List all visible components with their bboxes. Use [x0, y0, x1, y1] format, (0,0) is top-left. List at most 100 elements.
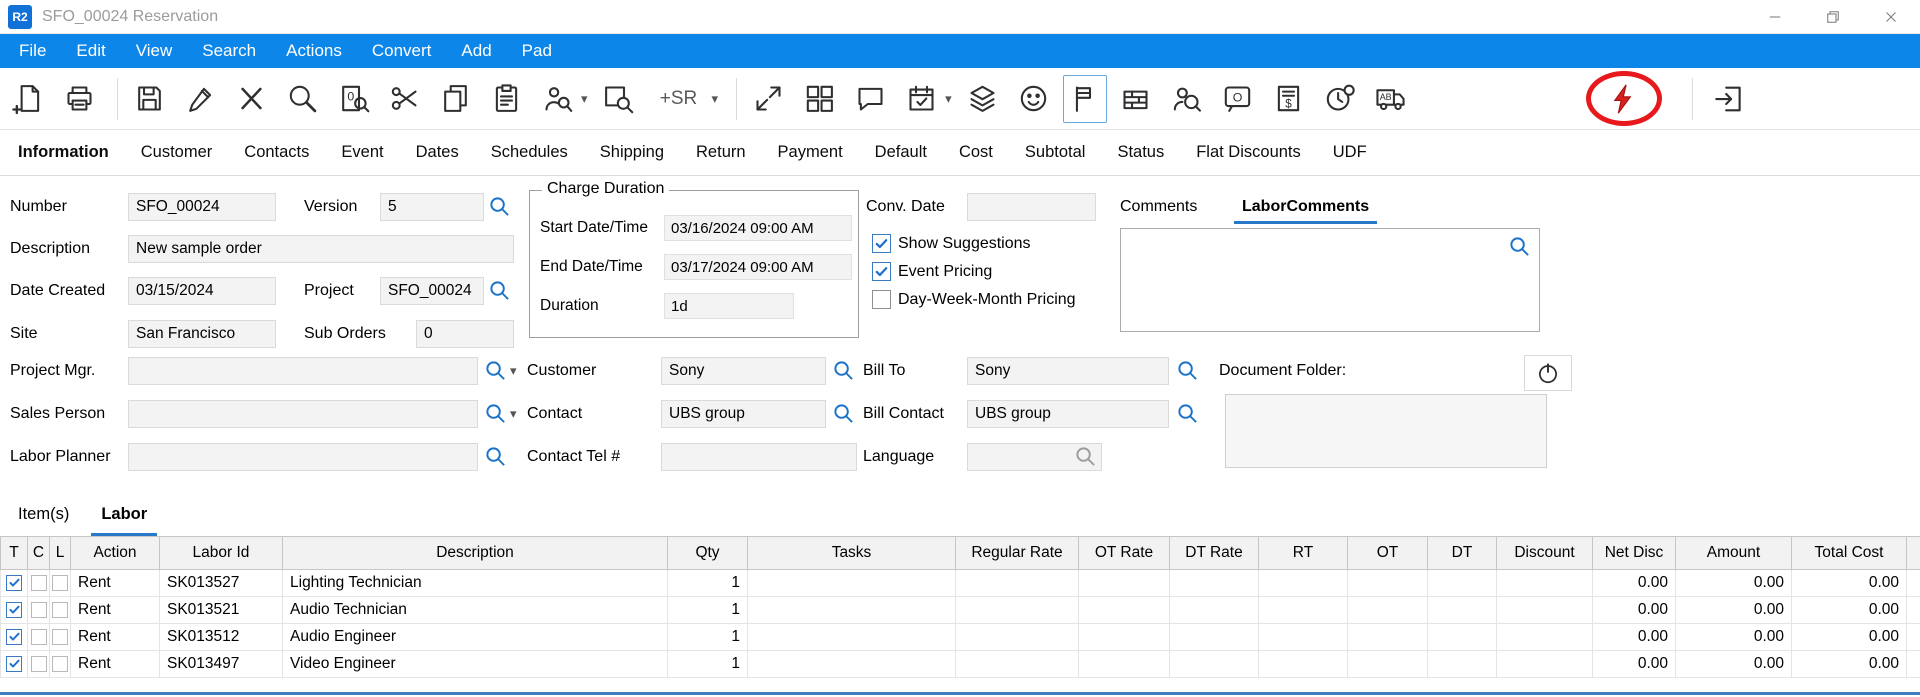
maximize-button[interactable] [1804, 0, 1862, 34]
project-search-button[interactable] [488, 279, 511, 302]
new-document-button[interactable] [6, 75, 50, 123]
invoice-button[interactable]: $ [1267, 75, 1311, 123]
project-mgr-input[interactable] [128, 357, 478, 385]
column-header-regular-rate[interactable]: Regular Rate [956, 537, 1079, 570]
row-checkbox-t[interactable] [6, 602, 22, 618]
project-mgr-search-button[interactable] [484, 359, 507, 382]
column-header-dt[interactable]: DT [1428, 537, 1497, 570]
number-input[interactable] [128, 193, 276, 221]
menu-item-add[interactable]: Add [446, 34, 506, 68]
project-mgr-dropdown-icon[interactable]: ▾ [510, 363, 517, 379]
copy-button[interactable] [433, 75, 477, 123]
tab-comments[interactable]: Comments [1108, 192, 1209, 222]
table-row[interactable]: RentSK013512Audio Engineer10.000.000.00 [1, 624, 1920, 651]
column-header-l[interactable]: L [50, 537, 71, 570]
document-folder-box[interactable] [1225, 394, 1547, 468]
comments-search-button[interactable] [1508, 235, 1531, 258]
tab-flat-discounts[interactable]: Flat Discounts [1180, 130, 1317, 175]
table-row[interactable]: RentSK013521Audio Technician10.000.000.0… [1, 597, 1920, 624]
row-checkbox-l[interactable] [52, 656, 68, 672]
add-subrental-dropdown-icon[interactable]: ▾ [712, 91, 719, 107]
tab-contacts[interactable]: Contacts [228, 130, 325, 175]
duration-input[interactable] [664, 293, 794, 319]
cell-c[interactable] [28, 597, 50, 624]
menu-item-view[interactable]: View [121, 34, 188, 68]
checkbox-checked-icon[interactable] [872, 234, 891, 253]
save-button[interactable] [127, 75, 171, 123]
add-subrental-button[interactable]: +SR [648, 75, 710, 123]
column-header-c[interactable]: C [28, 537, 50, 570]
find-person-button[interactable] [1165, 75, 1209, 123]
schedule-dropdown-icon[interactable]: ▾ [945, 91, 952, 107]
checkbox-checked-icon[interactable] [872, 262, 891, 281]
checkbox-unchecked-icon[interactable] [872, 290, 891, 309]
menu-item-convert[interactable]: Convert [357, 34, 447, 68]
comments-button[interactable] [848, 75, 892, 123]
smiley-button[interactable] [1012, 75, 1056, 123]
cell-c[interactable] [28, 624, 50, 651]
date-created-input[interactable] [128, 277, 276, 305]
close-button[interactable] [1862, 0, 1920, 34]
sub-orders-input[interactable] [416, 320, 514, 348]
option-day-week-month-pricing[interactable]: Day-Week-Month Pricing [872, 290, 1076, 309]
option-show-suggestions[interactable]: Show Suggestions [872, 234, 1076, 253]
menu-item-pad[interactable]: Pad [507, 34, 567, 68]
row-checkbox-t[interactable] [6, 629, 22, 645]
bill-contact-input[interactable] [967, 400, 1169, 428]
tab-labor-comments[interactable]: LaborComments [1230, 192, 1381, 222]
cell-l[interactable] [50, 651, 71, 678]
paste-button[interactable] [484, 75, 528, 123]
row-checkbox-c[interactable] [31, 575, 47, 591]
column-header-description[interactable]: Description [283, 537, 668, 570]
tab-subtotal[interactable]: Subtotal [1009, 130, 1102, 175]
row-checkbox-c[interactable] [31, 656, 47, 672]
cell-l[interactable] [50, 597, 71, 624]
language-search-button[interactable] [1074, 445, 1097, 468]
sales-person-search-button[interactable] [484, 402, 507, 425]
column-header-labor-id[interactable]: Labor Id [160, 537, 283, 570]
tab-payment[interactable]: Payment [762, 130, 859, 175]
exit-button[interactable] [1707, 75, 1751, 123]
tab-default[interactable]: Default [859, 130, 943, 175]
search-person-dropdown-icon[interactable]: ▾ [581, 91, 588, 107]
column-header-rt[interactable]: RT [1259, 537, 1348, 570]
layers-button[interactable] [961, 75, 1005, 123]
row-checkbox-t[interactable] [6, 656, 22, 672]
edit-button[interactable] [178, 75, 222, 123]
contact-tel-input[interactable] [661, 443, 857, 471]
menu-item-file[interactable]: File [4, 34, 61, 68]
tab-return[interactable]: Return [680, 130, 762, 175]
project-input[interactable] [380, 277, 484, 305]
table-row[interactable]: RentSK013497Video Engineer10.000.000.00 [1, 651, 1920, 678]
tab-cost[interactable]: Cost [943, 130, 1009, 175]
tab-shipping[interactable]: Shipping [584, 130, 680, 175]
tab-items[interactable]: Item(s) [2, 492, 85, 536]
tab-event[interactable]: Event [325, 130, 399, 175]
cell-t[interactable] [1, 651, 28, 678]
minimize-button[interactable] [1746, 0, 1804, 34]
row-checkbox-c[interactable] [31, 602, 47, 618]
bill-to-input[interactable] [967, 357, 1169, 385]
column-header-ot-rate[interactable]: OT Rate [1079, 537, 1170, 570]
cell-t[interactable] [1, 624, 28, 651]
column-header-amount[interactable]: Amount [1676, 537, 1792, 570]
cell-c[interactable] [28, 570, 50, 597]
row-checkbox-l[interactable] [52, 602, 68, 618]
labor-planner-input[interactable] [128, 443, 478, 471]
cell-t[interactable] [1, 570, 28, 597]
column-header-ot[interactable]: OT [1348, 537, 1428, 570]
expand-button[interactable] [746, 75, 790, 123]
end-datetime-input[interactable] [664, 254, 852, 280]
tab-information[interactable]: Information [2, 130, 125, 175]
transport-button[interactable]: AB [1369, 75, 1413, 123]
tab-udf[interactable]: UDF [1317, 130, 1383, 175]
tab-schedules[interactable]: Schedules [475, 130, 584, 175]
row-checkbox-l[interactable] [52, 575, 68, 591]
tab-labor[interactable]: Labor [85, 492, 163, 536]
cell-c[interactable] [28, 651, 50, 678]
search-button[interactable] [280, 75, 324, 123]
schedule-button[interactable] [899, 75, 943, 123]
column-header-tasks[interactable]: Tasks [748, 537, 956, 570]
search-zero-button[interactable]: 0 [331, 75, 375, 123]
wall-button[interactable] [1114, 75, 1158, 123]
